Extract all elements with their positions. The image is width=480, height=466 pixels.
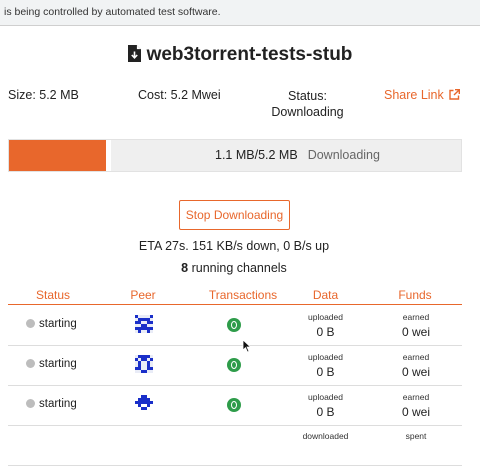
table-row: starting uploaded 0 B earned 0 wei <box>8 305 462 346</box>
channels-suffix: running channels <box>188 261 287 275</box>
status-info: Status: Downloading <box>260 88 355 120</box>
mouse-pointer-icon <box>242 339 252 358</box>
data-label: downloaded <box>302 431 349 441</box>
page-title: web3torrent-tests-stub <box>0 44 480 68</box>
funds-cell: spent <box>388 431 444 441</box>
funds-cell: earned 0 wei <box>388 392 444 420</box>
status-label: Status: <box>288 89 327 103</box>
data-cell: uploaded 0 B <box>298 312 353 340</box>
funds-value: 0 wei <box>401 365 430 379</box>
funds-cell: earned 0 wei <box>388 352 444 380</box>
channel-status: starting <box>26 358 77 370</box>
stop-downloading-button[interactable]: Stop Downloading <box>179 200 290 230</box>
table-row: starting uploaded 0 B earned 0 wei <box>8 385 462 426</box>
channel-status: starting <box>26 318 77 330</box>
table-row: downloaded spent <box>8 425 462 466</box>
status-dot-icon <box>26 399 35 408</box>
external-link-icon <box>449 89 461 100</box>
funds-label: earned <box>402 312 430 322</box>
progress-state: Downloading <box>307 148 380 162</box>
cost-info: Cost: 5.2 Mwei <box>138 88 221 102</box>
running-channels: 8 running channels <box>0 261 468 275</box>
size-info: Size: 5.2 MB <box>8 88 79 102</box>
data-cell: downloaded <box>298 431 353 441</box>
funds-label: earned <box>402 392 430 402</box>
data-label: uploaded <box>308 312 343 322</box>
column-header-data[interactable]: Data <box>298 288 353 302</box>
funds-label: spent <box>405 431 427 441</box>
channel-status: starting <box>26 398 77 410</box>
data-label: uploaded <box>308 392 343 402</box>
channel-status-text: starting <box>39 358 77 370</box>
table-row: starting uploaded 0 B earned 0 wei <box>8 345 462 386</box>
status-value: Downloading <box>271 105 344 119</box>
funds-value: 0 wei <box>401 405 430 419</box>
automation-banner-text: is being controlled by automated test so… <box>4 6 221 18</box>
peer-avatar[interactable] <box>135 315 153 333</box>
status-dot-icon <box>26 319 35 328</box>
column-header-transactions[interactable]: Transactions <box>188 288 298 302</box>
channels-table-header: Status Peer Transactions Data Funds <box>8 288 462 305</box>
torrent-name: web3torrent-tests-stub <box>146 44 353 65</box>
channel-status-text: starting <box>39 318 77 330</box>
peer-avatar[interactable] <box>135 395 153 413</box>
funds-cell: earned 0 wei <box>388 312 444 340</box>
automation-banner: is being controlled by automated test so… <box>0 0 480 26</box>
file-download-icon <box>127 45 141 68</box>
peer-avatar[interactable] <box>135 355 153 373</box>
status-dot-icon <box>26 359 35 368</box>
progress-label: 1.1 MB/5.2 MB Downloading <box>9 140 461 171</box>
share-link-label: Share Link <box>384 88 444 102</box>
share-link[interactable]: Share Link <box>384 88 461 102</box>
column-header-peer[interactable]: Peer <box>98 288 188 302</box>
data-cell: uploaded 0 B <box>298 352 353 380</box>
data-value: 0 B <box>316 365 335 379</box>
data-label: uploaded <box>308 352 343 362</box>
funds-label: earned <box>402 352 430 362</box>
transactions-badge[interactable] <box>227 358 241 372</box>
transactions-badge[interactable] <box>227 398 241 412</box>
funds-value: 0 wei <box>401 325 430 339</box>
column-header-status[interactable]: Status <box>8 288 98 302</box>
data-cell: uploaded 0 B <box>298 392 353 420</box>
progress-amount: 1.1 MB/5.2 MB <box>215 148 298 162</box>
download-progress-bar: 1.1 MB/5.2 MB Downloading <box>8 139 462 172</box>
column-header-funds[interactable]: Funds <box>360 288 470 302</box>
data-value: 0 B <box>316 405 335 419</box>
channel-status-text: starting <box>39 398 77 410</box>
eta-stats: ETA 27s. 151 KB/s down, 0 B/s up <box>138 239 330 253</box>
data-value: 0 B <box>316 325 335 339</box>
transactions-badge[interactable] <box>227 318 241 332</box>
